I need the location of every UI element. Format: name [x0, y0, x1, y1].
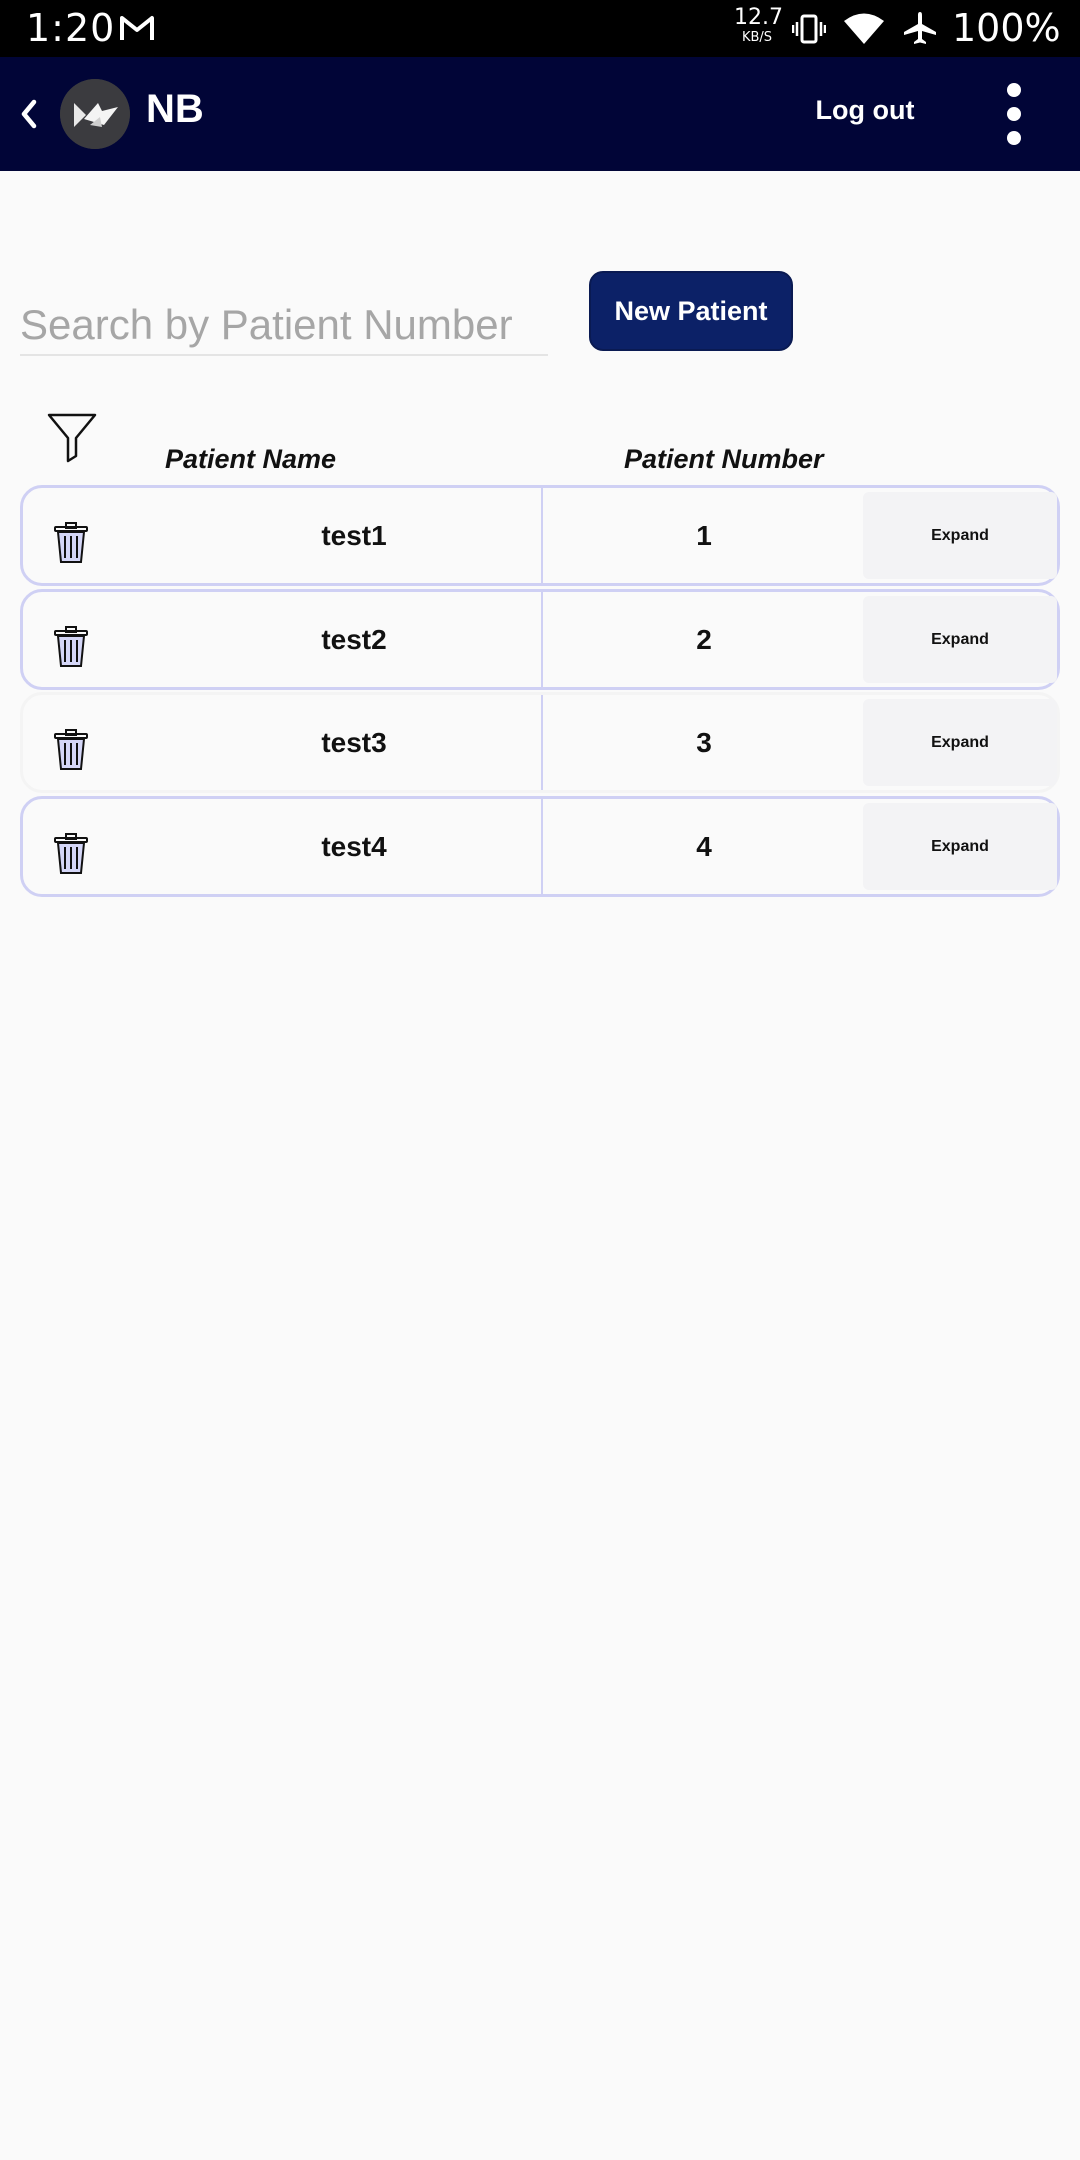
back-arrow-icon[interactable] — [14, 94, 44, 134]
expand-button[interactable]: Expand — [863, 596, 1057, 683]
patient-row: test1 1 Expand — [20, 485, 1060, 586]
search-field — [20, 296, 548, 356]
filter-icon[interactable] — [46, 411, 98, 463]
patient-name: test2 — [321, 623, 387, 655]
expand-button[interactable]: Expand — [863, 803, 1057, 890]
trash-icon[interactable] — [53, 626, 89, 668]
search-input[interactable] — [20, 296, 548, 354]
patient-name: test4 — [321, 830, 387, 862]
wifi-icon — [844, 13, 884, 44]
trash-icon[interactable] — [53, 522, 89, 564]
trash-icon[interactable] — [53, 833, 89, 875]
patient-number: 1 — [696, 519, 712, 551]
patient-number: 3 — [696, 726, 712, 758]
patient-name: test3 — [321, 726, 387, 758]
patient-row: test2 2 Expand — [20, 589, 1060, 690]
vibrate-icon — [792, 14, 826, 44]
network-speed: 12.7 KB/S — [734, 5, 783, 45]
patient-name: test1 — [321, 519, 387, 551]
app-title: NB — [146, 87, 204, 131]
patient-number: 4 — [696, 830, 712, 862]
gmail-icon — [120, 16, 154, 40]
expand-button[interactable]: Expand — [863, 492, 1057, 579]
logo-icon — [60, 79, 130, 149]
app-bar: NB Log out — [0, 57, 1080, 171]
column-header-patient-number: Patient Number — [624, 444, 824, 474]
battery-level: 100% — [952, 6, 1061, 50]
logout-button[interactable]: Log out — [810, 95, 920, 126]
patient-row: test4 4 Expand — [20, 796, 1060, 897]
patient-number: 2 — [696, 623, 712, 655]
trash-icon[interactable] — [53, 729, 89, 771]
status-time: 1:20 — [26, 6, 116, 50]
column-header-patient-name: Patient Name — [165, 444, 337, 474]
new-patient-button[interactable]: New Patient — [589, 271, 793, 351]
expand-button[interactable]: Expand — [863, 699, 1057, 786]
patient-row: test3 3 Expand — [20, 692, 1060, 793]
more-options-icon[interactable] — [996, 81, 1032, 147]
status-bar: 1:20 12.7 KB/S 100% — [0, 0, 1080, 57]
app-logo — [60, 79, 130, 149]
airplane-icon — [904, 12, 936, 44]
